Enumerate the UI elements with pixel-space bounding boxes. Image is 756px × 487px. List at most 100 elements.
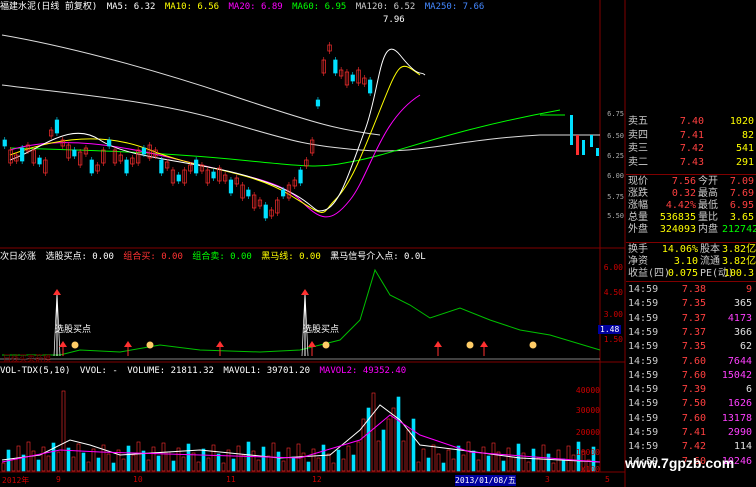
vol-tick: 30000	[575, 406, 600, 415]
quote-label: 量比	[698, 212, 718, 223]
orderbook-row: 卖二 7.43 291	[626, 157, 756, 168]
tick-time: 14:59	[628, 284, 659, 295]
quote-row: 涨跌 0.32 最高 7.69	[626, 188, 756, 199]
tick-list[interactable]: 14:59 7.38 9 14:59 7.35 365 14:59 7.37 4173 14:59…	[626, 284, 756, 474]
vol-tick: 20000	[575, 428, 600, 437]
dark-horse-label: 黑马线: 0.00	[261, 252, 321, 262]
x-label: 2012年	[2, 476, 30, 485]
tick-volume: 2990	[727, 427, 752, 438]
order-volume: 1020	[729, 116, 754, 127]
buy-point-label: 选股买点	[55, 325, 92, 335]
price-tick: 5.75	[607, 193, 624, 201]
indicator-name: 次日必涨	[0, 252, 37, 262]
stat-value: 3.82亿	[722, 244, 756, 255]
quote-value: 4.42%	[665, 200, 696, 211]
x-label: 10	[133, 475, 143, 484]
mavol1-label: MAVOL1: 39701.20	[223, 366, 311, 376]
quote-value: 324093	[659, 224, 696, 235]
tick-price: 7.35	[681, 298, 706, 310]
orderbook-row: 卖四 7.41 82	[626, 130, 756, 141]
order-level-label: 卖二	[628, 156, 648, 168]
stat-value: 14.06%	[661, 244, 698, 255]
quote-row: 涨幅 4.42% 最低 6.95	[626, 200, 756, 211]
quote-value: 7.09	[729, 176, 754, 187]
quote-row: 总量 536835 量比 3.65	[626, 212, 756, 223]
tick-row: 14:59 7.35 62	[626, 341, 756, 352]
combo-buy-label: 组合买: 0.00	[123, 252, 183, 262]
indicator-header: 次日必涨 选股买点: 0.00 组合买: 0.00 组合卖: 0.00 黑马线:…	[0, 251, 430, 263]
orderbook-row: 卖五 7.40 1020	[626, 116, 756, 127]
mavol2-line	[1, 414, 601, 463]
ind-tick: 4.50	[603, 288, 623, 297]
price-tick: 6.50	[607, 132, 624, 140]
tick-price: 7.41	[681, 427, 706, 438]
stat-row: 净资 3.10 流通 3.82亿	[626, 256, 756, 267]
tick-volume: 13178	[721, 412, 752, 424]
tick-row: 14:59 7.60 7644	[626, 356, 756, 367]
tick-volume: 4173	[727, 312, 752, 324]
tick-row: 14:59 7.35 365	[626, 298, 756, 309]
x-label: 5	[605, 475, 610, 484]
tick-volume: 366	[733, 326, 752, 338]
quote-label: 最高	[698, 188, 718, 199]
ind-line	[2, 268, 601, 356]
indicator-footer: 日线买卖箭模	[3, 354, 51, 363]
price-tick: 5.50	[607, 212, 624, 220]
tick-row: 14:59 7.37 4173	[626, 313, 756, 324]
quote-label: 涨幅	[628, 200, 648, 211]
quote-label: 今开	[698, 176, 718, 187]
tick-volume: 114	[733, 441, 752, 453]
x-label: 2013/01/08/五	[455, 475, 516, 486]
ma20-line	[9, 94, 421, 218]
tick-volume: 15042	[721, 369, 752, 381]
tick-volume: 1626	[727, 398, 752, 410]
tick-time: 14:59	[628, 441, 659, 453]
price-tick: 6.75	[607, 110, 624, 118]
x-label: 9	[56, 475, 61, 484]
tick-price: 7.39	[681, 384, 706, 396]
tick-volume: 9	[745, 284, 752, 295]
tick-volume: 7644	[727, 355, 752, 367]
tick-volume: 365	[733, 298, 752, 310]
stat-row: 收益(四) 0.075 PE(动) 100.3	[626, 268, 756, 279]
x-label: 3	[545, 475, 550, 484]
order-book: 卖五 7.40 1020 卖四 7.41 82 卖三 7.42 541 卖二 7.43 291	[626, 108, 756, 174]
tick-time: 14:59	[628, 355, 659, 367]
order-level-label: 卖四	[628, 129, 648, 141]
x-label: 12	[312, 475, 322, 484]
stat-value: 3.10	[673, 256, 698, 267]
tick-time: 14:59	[628, 326, 659, 338]
buy-point-label: 选股买点	[303, 325, 340, 335]
tick-volume: 62	[739, 341, 752, 353]
stat-label: 净资	[628, 256, 648, 267]
ind-tick: 1.50	[603, 335, 623, 344]
orderbook-row: 卖三 7.42 541	[626, 143, 756, 154]
cursor-value-box: 1.48	[598, 325, 622, 334]
x-label: 11	[226, 475, 236, 484]
order-price: 7.40	[679, 116, 704, 127]
ma10-line	[9, 65, 421, 213]
stat-value: 0.075	[667, 268, 698, 279]
tick-row: 14:59 7.60 15042	[626, 370, 756, 381]
vol-tick: 40000	[575, 386, 600, 395]
stat-value: 3.82亿	[722, 256, 756, 267]
tick-time: 14:59	[628, 412, 659, 424]
quote-value: 6.95	[729, 200, 754, 211]
tick-time: 14:59	[628, 341, 659, 353]
tick-price: 7.38	[681, 284, 706, 295]
buy-signal-label: 选股买点: 0.00	[45, 252, 114, 262]
quote-value: 536835	[659, 212, 696, 223]
ind-tick: 6.00	[603, 263, 623, 272]
tick-row: 14:59 7.50 1626	[626, 398, 756, 409]
quote-value: 212742	[722, 224, 756, 235]
dark-horse-signal-label: 黑马信号介入点: 0.0L	[330, 252, 426, 262]
tick-price: 7.50	[681, 398, 706, 410]
quote-label: 外盘	[628, 224, 648, 235]
tick-volume: 6	[745, 384, 752, 396]
tick-row: 14:59 7.42 114	[626, 441, 756, 452]
price-tick: 6.00	[607, 172, 624, 180]
vol-unit: X100	[580, 465, 600, 474]
quote-value: 3.65	[729, 212, 754, 223]
stat-row: 换手 14.06% 股本 3.82亿	[626, 244, 756, 255]
tick-time: 14:59	[628, 369, 659, 381]
